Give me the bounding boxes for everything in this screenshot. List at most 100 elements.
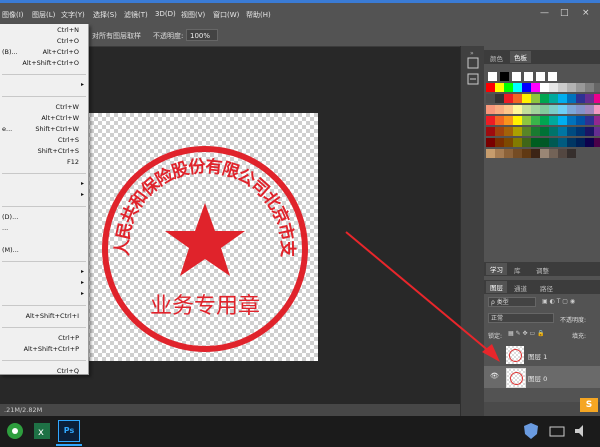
color-swatch[interactable]	[585, 116, 594, 125]
color-swatch[interactable]	[540, 138, 549, 147]
color-swatch[interactable]	[567, 94, 576, 103]
color-swatch[interactable]	[531, 83, 540, 92]
tab-paths[interactable]: 路径	[540, 283, 553, 293]
file-menu-item[interactable]: Ctrl+S	[0, 135, 88, 146]
color-swatch[interactable]	[594, 105, 600, 114]
color-swatch[interactable]	[504, 138, 513, 147]
color-swatch[interactable]	[513, 149, 522, 158]
color-swatch[interactable]	[522, 105, 531, 114]
file-menu-item[interactable]: ...	[0, 223, 88, 234]
color-swatch[interactable]	[594, 127, 600, 136]
menu-filter[interactable]: 滤镜(T)	[124, 10, 148, 20]
color-swatch[interactable]	[540, 105, 549, 114]
blend-mode-select[interactable]: 正常	[488, 313, 554, 323]
layer-row-0[interactable]: 👁 图层 0	[484, 366, 600, 388]
color-swatch[interactable]	[536, 72, 545, 81]
color-swatch[interactable]	[495, 83, 504, 92]
color-swatch[interactable]	[549, 94, 558, 103]
color-swatch[interactable]	[522, 138, 531, 147]
filter-icons[interactable]: ▣ ◐ T ▢ ◉	[542, 298, 575, 305]
menu-3d[interactable]: 3D(D)	[155, 10, 176, 18]
color-swatch[interactable]	[513, 127, 522, 136]
color-swatch[interactable]	[558, 94, 567, 103]
color-swatch[interactable]	[585, 105, 594, 114]
color-swatch[interactable]	[531, 94, 540, 103]
color-swatch[interactable]	[567, 105, 576, 114]
file-menu-item[interactable]: Shift+Ctrl+S	[0, 146, 88, 157]
sample-all-layers-label[interactable]: 对所有图层取样	[92, 31, 141, 41]
excel-taskbar-icon[interactable]: x	[31, 420, 53, 442]
color-swatch[interactable]	[549, 83, 558, 92]
color-swatch[interactable]	[488, 72, 497, 81]
color-swatch[interactable]	[585, 127, 594, 136]
file-menu-item[interactable]: (M)...	[0, 245, 88, 256]
color-swatch[interactable]	[549, 149, 558, 158]
file-menu-item[interactable]: ▸	[0, 289, 88, 300]
color-swatch[interactable]	[594, 94, 600, 103]
color-swatch[interactable]	[531, 138, 540, 147]
file-menu-item[interactable]: ▸	[0, 278, 88, 289]
file-menu-item[interactable]: e... Shift+Ctrl+W	[0, 124, 88, 135]
file-menu-item[interactable]: Ctrl+P	[0, 333, 88, 344]
menu-view[interactable]: 视图(V)	[181, 10, 205, 20]
color-swatch[interactable]	[531, 127, 540, 136]
color-swatch[interactable]	[513, 138, 522, 147]
color-swatch[interactable]	[540, 94, 549, 103]
color-swatch[interactable]	[513, 116, 522, 125]
color-swatch[interactable]	[540, 127, 549, 136]
tab-layers[interactable]: 图层	[486, 281, 507, 293]
color-swatch[interactable]	[486, 138, 495, 147]
color-swatch[interactable]	[486, 83, 495, 92]
color-swatch[interactable]	[558, 127, 567, 136]
color-swatch[interactable]	[558, 105, 567, 114]
tab-libraries[interactable]: 库	[514, 265, 521, 275]
layer-kind-filter[interactable]: ρ 类型	[488, 297, 536, 307]
color-swatch[interactable]	[495, 94, 504, 103]
file-menu-item[interactable]: Ctrl+W	[0, 102, 88, 113]
color-swatch[interactable]	[495, 127, 504, 136]
color-swatch[interactable]	[522, 94, 531, 103]
color-swatch[interactable]	[567, 83, 576, 92]
color-swatch[interactable]	[549, 138, 558, 147]
opacity-input[interactable]: 100%	[186, 29, 218, 41]
lock-icons[interactable]: ▦ ✎ ✥ ▭ 🔒	[508, 330, 545, 337]
color-swatch[interactable]	[558, 138, 567, 147]
color-swatch[interactable]	[522, 116, 531, 125]
file-menu-item[interactable]: F12	[0, 157, 88, 168]
menu-select[interactable]: 选择(S)	[93, 10, 117, 20]
close-button[interactable]: ×	[582, 8, 590, 18]
color-swatch[interactable]	[549, 105, 558, 114]
file-menu-item[interactable]: Alt+Ctrl+W	[0, 113, 88, 124]
color-swatch[interactable]	[504, 105, 513, 114]
color-swatch[interactable]	[495, 138, 504, 147]
tab-color[interactable]: 颜色	[490, 53, 503, 63]
file-menu-item[interactable]: ▸	[0, 190, 88, 201]
color-swatch[interactable]	[585, 94, 594, 103]
color-swatch[interactable]	[522, 149, 531, 158]
color-swatch[interactable]	[495, 149, 504, 158]
color-swatch[interactable]	[567, 127, 576, 136]
browser-taskbar-icon[interactable]	[4, 420, 26, 442]
color-swatch[interactable]	[486, 116, 495, 125]
color-swatch[interactable]	[594, 116, 600, 125]
color-swatch[interactable]	[504, 127, 513, 136]
color-swatch[interactable]	[495, 116, 504, 125]
color-swatch[interactable]	[548, 72, 557, 81]
color-swatch[interactable]	[512, 72, 521, 81]
file-menu-item[interactable]: Ctrl+O	[0, 36, 88, 47]
menu-window[interactable]: 窗口(W)	[213, 10, 239, 20]
color-swatch[interactable]	[513, 94, 522, 103]
color-swatch[interactable]	[513, 83, 522, 92]
file-menu-item[interactable]: (D)...	[0, 212, 88, 223]
color-swatch[interactable]	[522, 127, 531, 136]
color-swatch[interactable]	[531, 116, 540, 125]
color-swatch[interactable]	[594, 83, 600, 92]
color-swatch[interactable]	[567, 138, 576, 147]
color-swatch[interactable]	[576, 116, 585, 125]
color-swatch[interactable]	[504, 83, 513, 92]
color-swatch[interactable]	[486, 127, 495, 136]
file-menu-item[interactable]: ▸	[0, 80, 88, 91]
color-swatch[interactable]	[513, 105, 522, 114]
tab-adjustments[interactable]: 调整	[536, 265, 549, 275]
color-swatch[interactable]	[576, 138, 585, 147]
